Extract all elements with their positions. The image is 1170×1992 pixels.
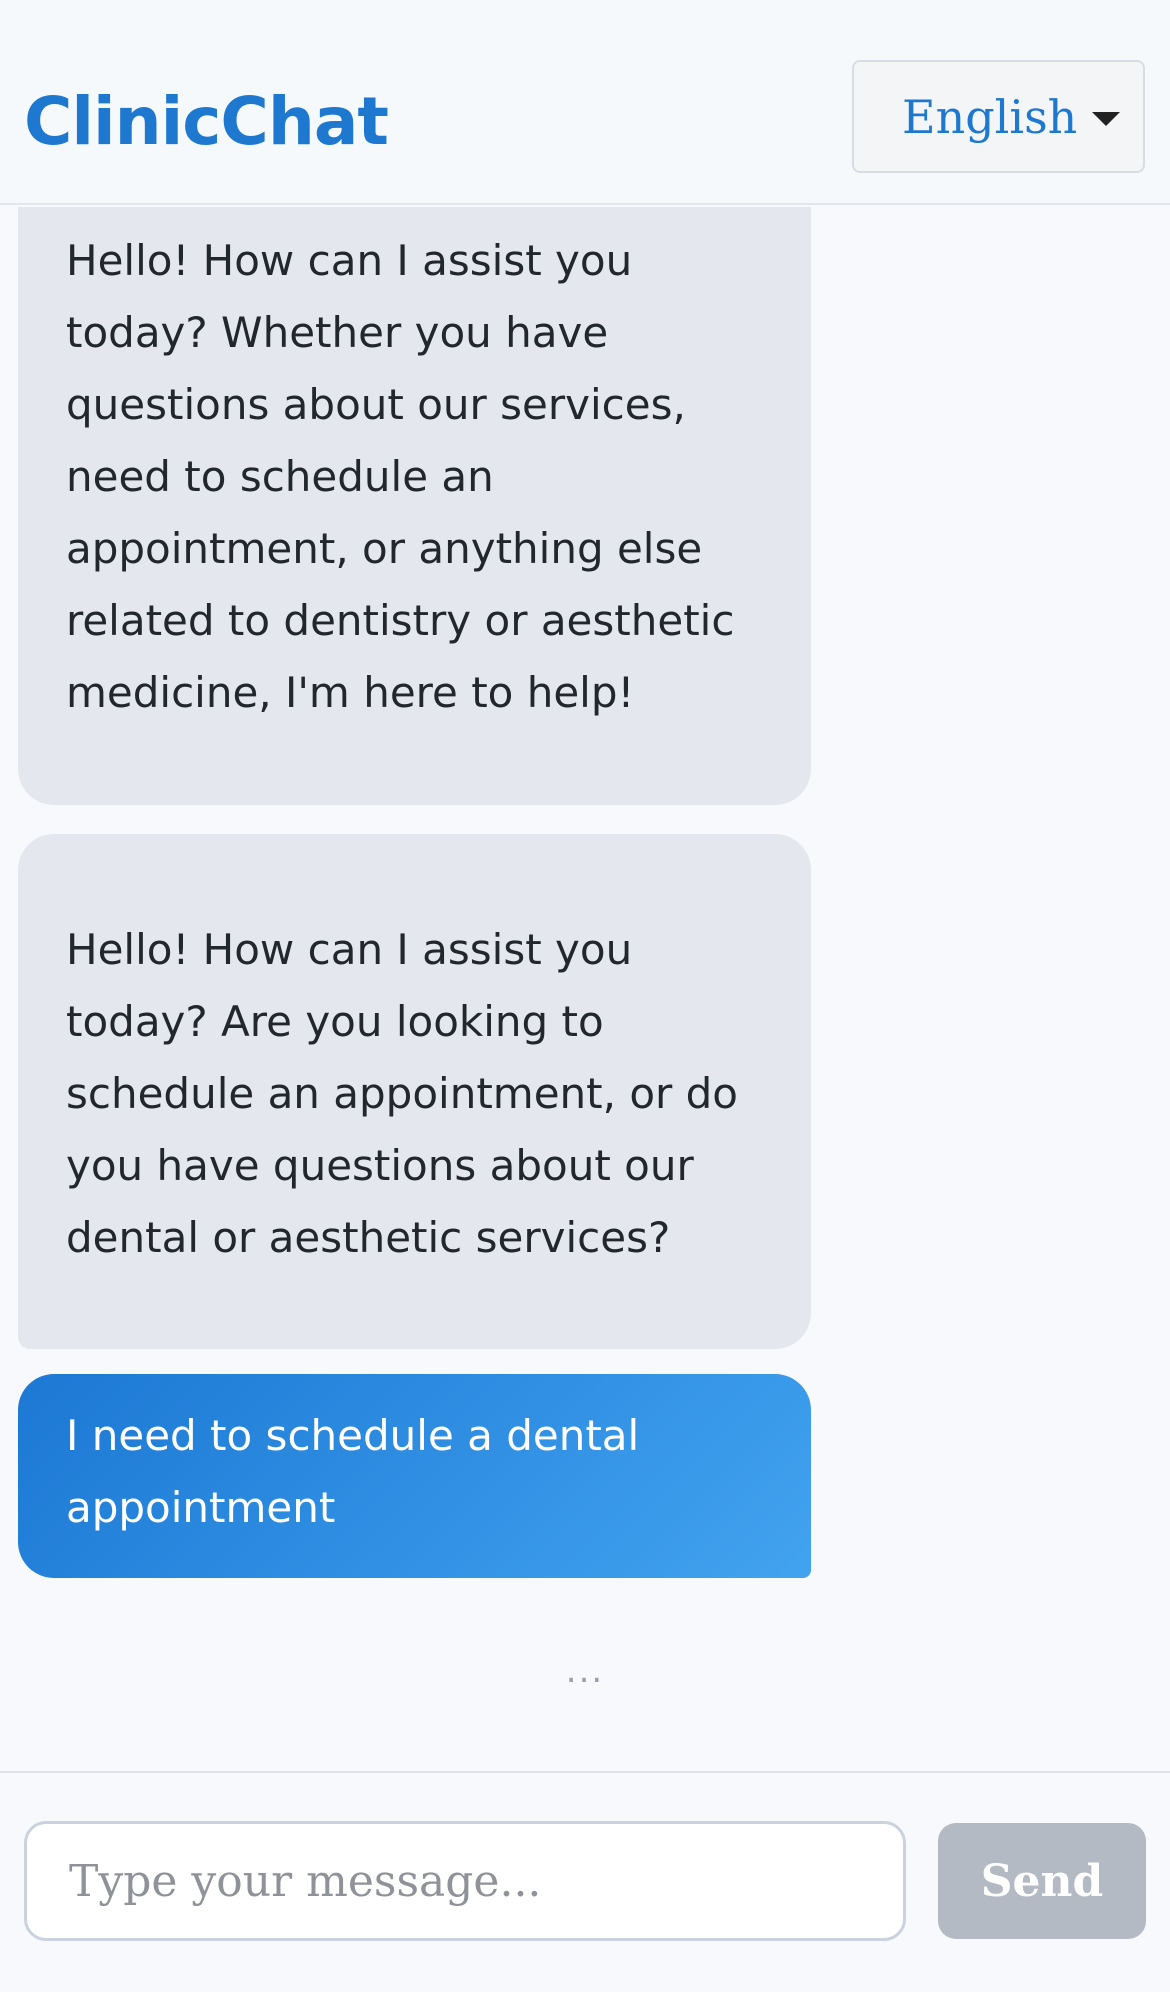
send-button[interactable]: Send: [938, 1823, 1146, 1939]
chat-messages[interactable]: Hello! How can I assist you today? Wheth…: [0, 207, 1170, 1771]
message-input[interactable]: [24, 1821, 906, 1941]
language-select[interactable]: English: [852, 60, 1145, 173]
language-selected-value: English: [902, 90, 1078, 144]
message-composer: Send: [0, 1771, 1170, 1992]
typing-indicator: ...: [565, 1651, 605, 1691]
clinic-chat-app: ClinicChat English Hello! How can I assi…: [0, 0, 1170, 1992]
app-header: ClinicChat English: [0, 0, 1170, 205]
chevron-down-icon: [1092, 112, 1120, 126]
bot-message: Hello! How can I assist you today? Are y…: [18, 834, 811, 1349]
bot-message: Hello! How can I assist you today? Wheth…: [18, 207, 811, 805]
user-message: I need to schedule a dental appointment: [18, 1374, 811, 1578]
brand-logo: ClinicChat: [24, 83, 389, 160]
